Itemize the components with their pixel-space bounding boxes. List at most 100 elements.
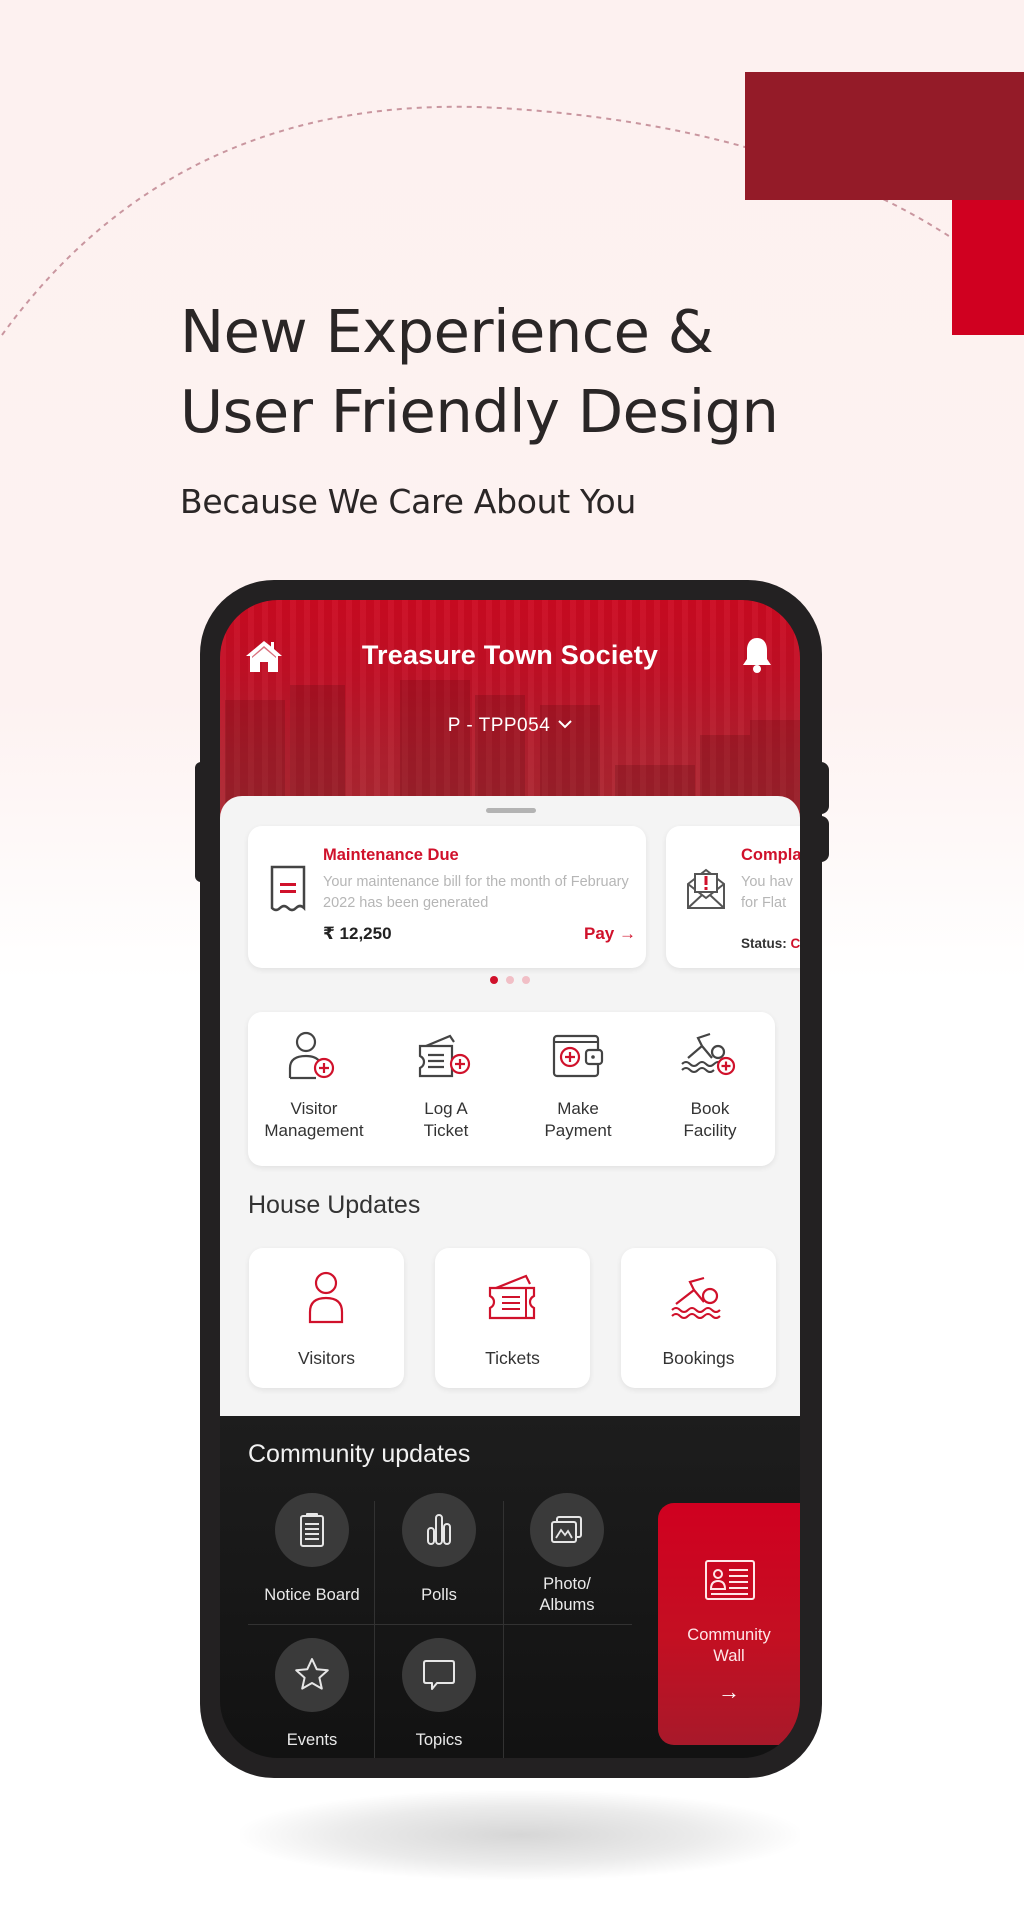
topics-icon-bg: [402, 1638, 476, 1712]
book-facility-action[interactable]: Book Facility: [644, 1012, 776, 1166]
polls-item[interactable]: Polls: [375, 1493, 503, 1606]
label-line-2: Wall: [713, 1647, 745, 1665]
swim-add-icon: [681, 1032, 736, 1076]
action-label: Make Payment: [512, 1098, 644, 1142]
swimming-icon: [671, 1276, 721, 1319]
label-line-1: Notice Board: [264, 1586, 360, 1604]
star-icon: [295, 1658, 329, 1690]
tile-label: Tickets: [485, 1348, 540, 1368]
community-item-label: Events: [248, 1730, 376, 1751]
quick-actions-panel: Visitor Management Log A Ticket Make Pay…: [248, 1012, 775, 1166]
carousel-indicator: [220, 976, 800, 986]
complaint-status: Status: C: [741, 936, 800, 951]
grid-divider: [248, 1624, 632, 1625]
tile-label: Visitors: [297, 1348, 356, 1368]
visitors-tile[interactable]: Visitors: [249, 1248, 404, 1388]
log-ticket-action[interactable]: Log A Ticket: [380, 1012, 512, 1166]
unit-selector-value: P - TPP054: [447, 715, 551, 736]
visitor-icon: [308, 1271, 344, 1324]
photo-albums-item[interactable]: Photo/ Albums: [503, 1493, 631, 1617]
due-amount: ₹ 12,250: [323, 924, 392, 943]
community-item-label: Notice Board: [248, 1585, 376, 1606]
action-label: Book Facility: [644, 1098, 776, 1142]
label-line-1: Community: [687, 1626, 771, 1644]
action-label-line-2: Payment: [544, 1121, 612, 1140]
label-line-2: Albums: [539, 1596, 595, 1614]
community-item-label: Polls: [375, 1585, 503, 1606]
wallet-add-icon: [552, 1034, 604, 1078]
phone-shadow: [240, 1790, 800, 1880]
label-line-1: Photo/: [543, 1575, 591, 1593]
make-payment-action[interactable]: Make Payment: [512, 1012, 644, 1166]
maintenance-due-card[interactable]: Maintenance Due Your maintenance bill fo…: [248, 826, 646, 968]
events-item[interactable]: Events: [248, 1638, 376, 1751]
building-skyline-background: [225, 680, 800, 810]
notice-board-icon: [300, 1513, 324, 1547]
notice-board-item[interactable]: Notice Board: [248, 1493, 376, 1606]
card-description-line-1: You hav: [741, 874, 793, 890]
events-icon-bg: [275, 1638, 349, 1712]
topics-item[interactable]: Topics: [375, 1638, 503, 1751]
ticket-icon: [488, 1274, 536, 1320]
photo-albums-icon: [551, 1516, 582, 1543]
complaint-envelope-icon: [687, 868, 725, 909]
carousel-dot[interactable]: [506, 976, 514, 984]
action-label-line-1: Visitor: [290, 1099, 338, 1118]
action-label: Log A Ticket: [380, 1098, 512, 1142]
headline-line-1: New Experience &: [180, 297, 714, 366]
community-updates-title: Community updates: [248, 1440, 471, 1468]
action-label-line-2: Facility: [683, 1121, 737, 1140]
home-sheet: Maintenance Due Your maintenance bill fo…: [220, 796, 800, 1416]
decorative-dark-red-block: [745, 72, 1024, 200]
status-value: C: [790, 936, 800, 951]
action-label-line-2: Ticket: [423, 1121, 469, 1140]
community-updates-section: Community updates Notice Board Polls Pho…: [220, 1416, 800, 1758]
carousel-dot[interactable]: [522, 976, 530, 984]
chevron-down-icon: [558, 720, 572, 729]
polls-icon: [427, 1514, 451, 1545]
receipt-icon: [270, 865, 306, 912]
arrow-right-icon: →: [718, 1679, 740, 1704]
complaint-card[interactable]: Compla You hav for Flat Status: C: [666, 826, 800, 968]
drag-handle[interactable]: [486, 808, 536, 813]
label-line-1: Polls: [421, 1586, 457, 1604]
card-description: Your maintenance bill for the month of F…: [323, 874, 629, 911]
action-label-line-2: Management: [264, 1121, 364, 1140]
community-item-label: Photo/ Albums: [503, 1574, 631, 1616]
action-label-line-1: Make: [557, 1099, 599, 1118]
label-line-1: Events: [286, 1731, 338, 1749]
subheadline: Because We Care About You: [180, 482, 637, 521]
pay-button[interactable]: Pay →: [584, 924, 636, 944]
photo-albums-icon-bg: [530, 1493, 604, 1567]
action-label-line-1: Book: [690, 1099, 730, 1118]
phone-screen: Treasure Town Society P - TPP054 Mainten…: [220, 600, 800, 1758]
card-description-line-2: for Flat: [741, 895, 787, 911]
bell-icon[interactable]: [740, 636, 774, 674]
card-title: Maintenance Due: [323, 846, 459, 864]
community-wall-label: Community Wall: [658, 1625, 800, 1667]
card-title: Compla: [741, 846, 800, 864]
action-label-line-1: Log A: [424, 1099, 468, 1118]
status-label: Status:: [741, 936, 787, 951]
card-description: You hav for Flat: [741, 872, 800, 914]
unit-selector[interactable]: P - TPP054: [220, 715, 800, 737]
id-card-icon: [705, 1560, 755, 1600]
notice-board-icon-bg: [275, 1493, 349, 1567]
tile-label: Bookings: [662, 1348, 735, 1368]
headline: New Experience & User Friendly Design: [180, 292, 900, 452]
headline-line-2: User Friendly Design: [180, 377, 779, 446]
bookings-tile[interactable]: Bookings: [621, 1248, 776, 1388]
chat-bubble-icon: [423, 1660, 455, 1690]
add-visitor-icon: [288, 1031, 335, 1080]
decorative-red-block: [952, 200, 1024, 335]
add-ticket-icon: [418, 1034, 471, 1078]
society-title: Treasure Town Society: [361, 640, 659, 670]
visitor-management-action[interactable]: Visitor Management: [248, 1012, 380, 1166]
community-item-label: Topics: [375, 1730, 503, 1751]
house-updates-title: House Updates: [248, 1191, 421, 1219]
carousel-dot-active[interactable]: [490, 976, 498, 984]
community-wall-button[interactable]: Community Wall →: [658, 1503, 800, 1745]
polls-icon-bg: [402, 1493, 476, 1567]
label-line-1: Topics: [415, 1731, 463, 1749]
tickets-tile[interactable]: Tickets: [435, 1248, 590, 1388]
